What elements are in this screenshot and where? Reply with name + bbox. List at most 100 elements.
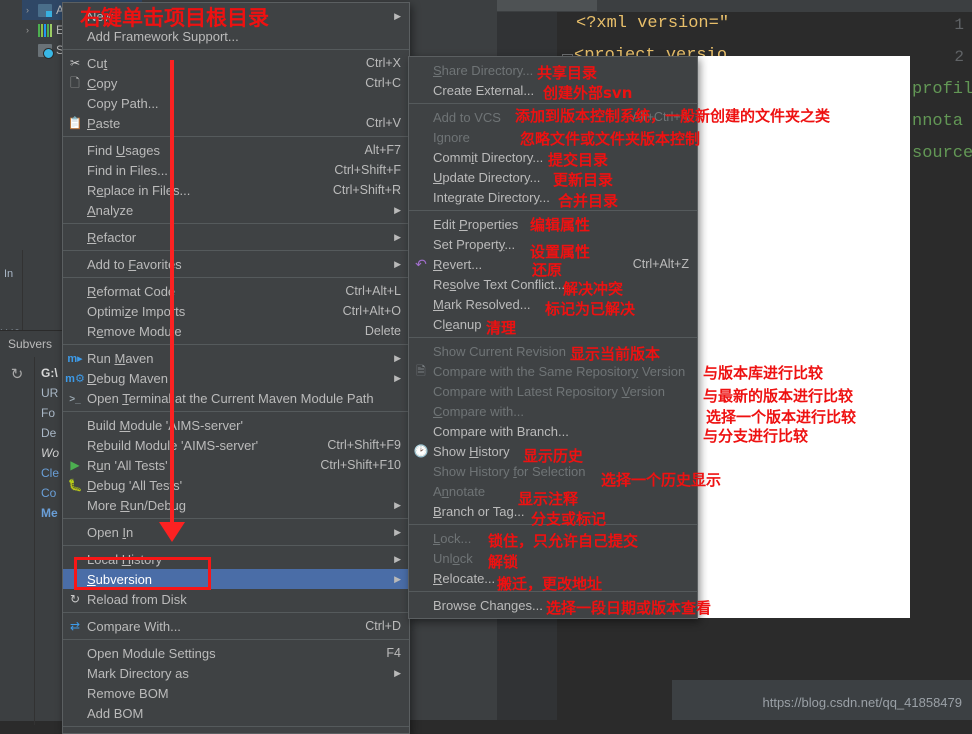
chevron-right-icon[interactable]: › bbox=[26, 5, 38, 15]
compare-repo-icon: 🗎 bbox=[416, 364, 426, 378]
menu-item-label: More Run/Debug bbox=[87, 497, 187, 513]
bars-icon bbox=[38, 23, 52, 37]
menu-item-shortcut: Ctrl+D bbox=[365, 619, 401, 633]
menu-item-open-in[interactable]: Open In ▶ bbox=[63, 522, 409, 542]
menu-item-label: Reload from Disk bbox=[87, 591, 187, 607]
annotation-title: 右键单击项目根目录 bbox=[80, 6, 269, 30]
tool-window-toolbar[interactable]: ↻ bbox=[0, 357, 35, 725]
red-pointer-line bbox=[170, 60, 174, 530]
menu-item-rebuild-module-aims-server[interactable]: Rebuild Module 'AIMS-server' Ctrl+Shift+F… bbox=[63, 435, 409, 455]
tw-row-4: Wo bbox=[41, 446, 59, 460]
menu-item-integrate-directory[interactable]: Integrate Directory... bbox=[409, 187, 697, 207]
menu-item-label: Compare With... bbox=[87, 618, 181, 634]
menu-item-refactor[interactable]: Refactor ▶ bbox=[63, 227, 409, 247]
menu-item-more-run-debug[interactable]: More Run/Debug ▶ bbox=[63, 495, 409, 515]
annotation-browse-changes: 选择一段日期或版本查看 bbox=[546, 599, 712, 617]
menu-item-reformat-code[interactable]: Reformat Code Ctrl+Alt+L bbox=[63, 281, 409, 301]
maven-run-icon: m▸ bbox=[67, 352, 83, 365]
menu-item-label: Copy bbox=[87, 75, 118, 91]
menu-separator bbox=[63, 545, 409, 546]
menu-item-debug-all-tests[interactable]: 🐛 Debug 'All Tests' bbox=[63, 475, 409, 495]
annotation-edit-props: 编辑属性 bbox=[530, 216, 591, 234]
annotation-update-dir: 更新目录 bbox=[553, 171, 614, 189]
tw-row-6[interactable]: Co bbox=[41, 483, 59, 503]
menu-item-label: Debug Maven bbox=[87, 370, 168, 386]
annotation-relocate: 搬迁，更改地址 bbox=[497, 575, 603, 593]
menu-item-open-module-settings[interactable]: Open Module Settings F4 bbox=[63, 643, 409, 663]
menu-item-label: Debug 'All Tests' bbox=[87, 477, 183, 493]
annotation-show-history: 显示历史 bbox=[523, 447, 584, 465]
annotation-lock: 锁住，只允许自己提交 bbox=[488, 532, 639, 550]
menu-item-run-maven[interactable]: m▸ Run Maven ▶ bbox=[63, 348, 409, 368]
menu-item-remove-bom[interactable]: Remove BOM bbox=[63, 683, 409, 703]
menu-item-replace-in-files[interactable]: Replace in Files... Ctrl+Shift+R bbox=[63, 180, 409, 200]
tw-row-0: G:\ bbox=[41, 366, 58, 380]
annotation-branch-or-tag: 分支或标记 bbox=[531, 510, 607, 528]
code-right-2: nnota bbox=[912, 112, 964, 131]
menu-item-add-to-favorites[interactable]: Add to Favorites ▶ bbox=[63, 254, 409, 274]
menu-item-mark-directory-as[interactable]: Mark Directory as ▶ bbox=[63, 663, 409, 683]
menu-item-shortcut: Ctrl+V bbox=[365, 116, 401, 130]
chevron-right-icon[interactable]: › bbox=[26, 25, 38, 35]
menu-item-debug-maven[interactable]: m⚙ Debug Maven ▶ bbox=[63, 368, 409, 388]
chevron-right-icon: ▶ bbox=[394, 352, 401, 363]
menu-item-optimize-imports[interactable]: Optimize Imports Ctrl+Alt+O bbox=[63, 301, 409, 321]
annotation-mark-resolved: 标记为已解决 bbox=[545, 300, 636, 318]
menu-item-copy-path[interactable]: Copy Path... bbox=[63, 93, 409, 113]
annotation-show-current-revision: 显示当前版本 bbox=[570, 345, 661, 363]
menu-item-label: Refactor bbox=[87, 229, 137, 245]
menu-item-shortcut: Ctrl+Shift+F bbox=[334, 163, 401, 177]
folder-icon bbox=[38, 3, 52, 17]
refresh-icon[interactable]: ↻ bbox=[11, 366, 24, 383]
annotation-create-external: 创建外部svn bbox=[543, 84, 633, 102]
reload-icon: ↻ bbox=[69, 592, 81, 606]
menu-item-label: Open Module Settings bbox=[87, 645, 216, 661]
menu-separator bbox=[63, 250, 409, 251]
menu-item-build-module-aims-server[interactable]: Build Module 'AIMS-server' bbox=[63, 415, 409, 435]
menu-separator bbox=[63, 612, 409, 613]
annotation-compare-branch: 与分支进行比较 bbox=[703, 427, 809, 445]
menu-item-paste[interactable]: 📋 Paste Ctrl+V bbox=[63, 113, 409, 133]
menu-item-analyze[interactable]: Analyze ▶ bbox=[63, 200, 409, 220]
annotation-compare-latest: 与最新的版本进行比较 bbox=[703, 387, 854, 405]
menu-item-remove-module[interactable]: Remove Module Delete bbox=[63, 321, 409, 341]
red-highlight-box bbox=[74, 557, 211, 590]
menu-item-label: Reformat Code bbox=[87, 283, 176, 299]
debug-icon: 🐛 bbox=[67, 478, 83, 492]
menu-separator bbox=[63, 518, 409, 519]
line-number-1: 1 bbox=[954, 16, 964, 34]
menu-item-label: Replace in Files... bbox=[87, 182, 191, 198]
editor-tab-active[interactable] bbox=[497, 0, 597, 11]
annotation-integrate-dir: 合并目录 bbox=[558, 192, 619, 210]
menu-item-label: Analyze bbox=[87, 202, 134, 218]
project-context-menu[interactable]: New ▶ Add Framework Support... ✂ Cut Ctrl+X 🗋 C… bbox=[62, 2, 410, 734]
menu-item-label: Compare with Latest Repository Version bbox=[433, 383, 665, 399]
menu-item-label: Find Usages bbox=[87, 142, 160, 158]
menu-item-shortcut: F4 bbox=[386, 646, 401, 660]
menu-item-find-in-files[interactable]: Find in Files... Ctrl+Shift+F bbox=[63, 160, 409, 180]
menu-item-shortcut: Ctrl+Shift+R bbox=[332, 183, 401, 197]
menu-item-compare-with[interactable]: ⇄ Compare With... Ctrl+D bbox=[63, 616, 409, 636]
tool-window-content: G:\ UR Fo De Wo Cle Co Me bbox=[35, 357, 59, 725]
tw-row-7[interactable]: Me bbox=[41, 503, 59, 523]
menu-item-label: Remove Module bbox=[87, 323, 182, 339]
menu-item-label: Mark Directory as bbox=[87, 665, 189, 681]
menu-item-copy[interactable]: 🗋 Copy Ctrl+C bbox=[63, 73, 409, 93]
menu-item-compare-with-branch[interactable]: Compare with Branch... bbox=[409, 421, 697, 441]
run-icon: ▶ bbox=[70, 458, 80, 472]
red-arrow-head-icon bbox=[159, 522, 185, 542]
menu-item-cut[interactable]: ✂ Cut Ctrl+X bbox=[63, 53, 409, 73]
menu-item-find-usages[interactable]: Find Usages Alt+F7 bbox=[63, 140, 409, 160]
tw-row-5[interactable]: Cle bbox=[41, 463, 59, 483]
chevron-right-icon: ▶ bbox=[394, 573, 401, 584]
chevron-right-icon: ▶ bbox=[394, 553, 401, 564]
menu-item-label: Compare with... bbox=[433, 403, 525, 419]
menu-item-add-bom[interactable]: Add BOM bbox=[63, 703, 409, 723]
menu-item-run-all-tests[interactable]: ▶ Run 'All Tests' Ctrl+Shift+F10 bbox=[63, 455, 409, 475]
menu-item-open-terminal-at-the-current-maven-module-path[interactable]: >_ Open Terminal at the Current Maven Mod… bbox=[63, 388, 409, 408]
menu-item-reload-from-disk[interactable]: ↻ Reload from Disk bbox=[63, 589, 409, 609]
menu-separator bbox=[63, 277, 409, 278]
menu-item-label: Run Maven bbox=[87, 350, 154, 366]
watermark-url: https://blog.csdn.net/qq_41858479 bbox=[762, 695, 963, 710]
menu-item-label: Rebuild Module 'AIMS-server' bbox=[87, 437, 259, 453]
